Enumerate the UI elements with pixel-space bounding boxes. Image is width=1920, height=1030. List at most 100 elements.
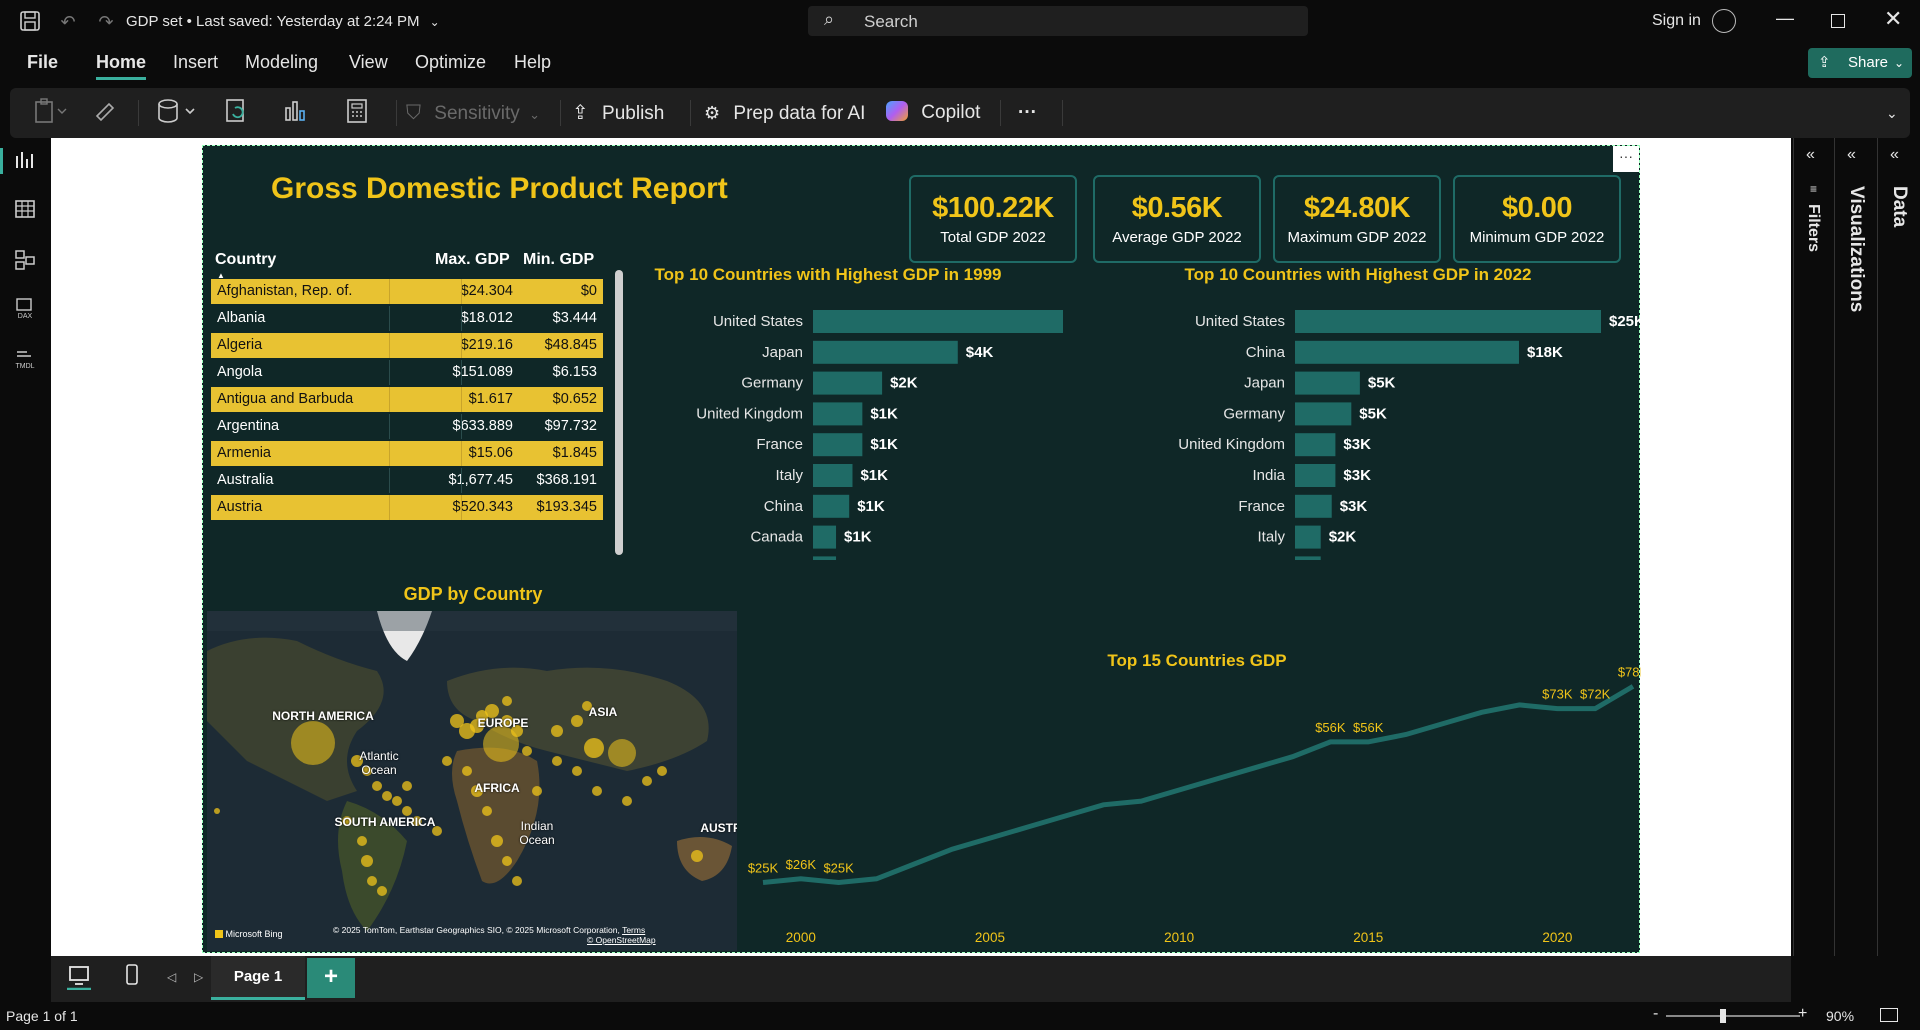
publish-button[interactable]: ⇪ Publish <box>572 98 664 128</box>
table-row[interactable]: Afghanistan, Rep. of. $24.304 $0 <box>211 279 603 304</box>
page-tab-1[interactable]: Page 1 <box>211 956 305 1000</box>
more-options-button[interactable]: ··· <box>1018 98 1037 128</box>
map-bubble[interactable] <box>361 855 373 867</box>
collapse-ribbon-icon[interactable]: ⌄ <box>1886 98 1898 128</box>
bar[interactable] <box>813 402 863 426</box>
zoom-slider-thumb[interactable] <box>1720 1009 1726 1023</box>
menu-optimize[interactable]: Optimize <box>415 52 486 73</box>
get-data-icon[interactable] <box>156 98 200 128</box>
menu-view[interactable]: View <box>349 52 388 73</box>
search-box[interactable]: ⌕ Search <box>808 6 1308 36</box>
table-view-icon[interactable] <box>13 199 37 223</box>
map-bubble[interactable] <box>572 766 582 776</box>
zoom-slider[interactable] <box>1666 1009 1800 1023</box>
bar[interactable] <box>1295 556 1321 560</box>
map-bubble[interactable] <box>291 721 335 765</box>
bar[interactable] <box>1295 340 1519 364</box>
column-header-country[interactable]: Country <box>215 251 276 269</box>
visual-more-options-icon[interactable]: ··· <box>1613 146 1639 172</box>
bar[interactable] <box>1295 310 1601 333</box>
table-row[interactable]: Antigua and Barbuda $1.617 $0.652 <box>211 387 603 412</box>
map-bubble[interactable] <box>372 781 382 791</box>
map-bubble[interactable] <box>357 836 367 846</box>
table-row[interactable]: Argentina $633.889 $97.732 <box>211 414 603 439</box>
prep-data-button[interactable]: ⚙ Prep data for AI <box>704 98 865 128</box>
map-bubble[interactable] <box>214 808 220 814</box>
bar[interactable] <box>1295 494 1332 518</box>
paste-icon[interactable] <box>34 98 68 128</box>
bar[interactable] <box>813 371 883 395</box>
share-button[interactable]: ⇪ Share ⌄ <box>1808 48 1912 78</box>
bar[interactable] <box>813 494 850 518</box>
dax-query-view-icon[interactable]: DAX <box>13 298 37 322</box>
osm-link[interactable]: © OpenStreetMap <box>587 935 656 945</box>
menu-file[interactable]: File <box>27 52 58 73</box>
line-series[interactable] <box>762 684 1635 886</box>
bar[interactable] <box>813 556 837 560</box>
calculator-icon[interactable] <box>346 98 368 128</box>
visualizations-pane[interactable]: « Visualizations <box>1835 138 1877 956</box>
map-bubble[interactable] <box>584 738 604 758</box>
map-bubble[interactable] <box>502 856 512 866</box>
map-bubble[interactable] <box>657 766 667 776</box>
minimize-icon[interactable]: — <box>1776 8 1794 29</box>
map-bubble[interactable] <box>462 766 472 776</box>
map-bubble[interactable] <box>367 876 377 886</box>
table-row[interactable]: Albania $18.012 $3.444 <box>211 306 603 331</box>
bar[interactable] <box>1295 433 1336 457</box>
model-view-icon[interactable] <box>13 249 37 273</box>
bar[interactable] <box>813 340 958 364</box>
refresh-icon[interactable] <box>224 98 250 128</box>
data-pane[interactable]: « Data <box>1878 138 1920 956</box>
map-bubble[interactable] <box>608 739 636 767</box>
save-icon[interactable] <box>18 10 42 34</box>
gdp-map[interactable]: NORTH AMERICA EUROPE ASIA Atlantic Ocean AFR… <box>207 611 737 951</box>
map-bubble[interactable] <box>522 746 532 756</box>
desktop-layout-icon[interactable] <box>65 964 93 991</box>
chevron-down-icon[interactable]: ⌄ <box>430 15 440 29</box>
zoom-in-button[interactable]: + <box>1798 1005 1807 1023</box>
table-row[interactable]: Angola $151.089 $6.153 <box>211 360 603 385</box>
report-view-icon[interactable] <box>13 150 37 174</box>
table-row[interactable]: Australia $1,677.45 $368.191 <box>211 468 603 493</box>
filters-pane[interactable]: « ≡ Filters <box>1794 138 1834 956</box>
column-header-min-gdp[interactable]: Min. GDP <box>523 251 594 269</box>
fit-to-page-icon[interactable] <box>1880 1008 1898 1022</box>
previous-page-icon[interactable]: ◁ <box>167 970 176 984</box>
map-bubble[interactable] <box>402 781 412 791</box>
table-row[interactable]: Armenia $15.06 $1.845 <box>211 441 603 466</box>
map-bubble[interactable] <box>512 876 522 886</box>
map-bubble[interactable] <box>392 796 402 806</box>
map-bubble[interactable] <box>592 786 602 796</box>
add-page-button[interactable]: + <box>307 958 355 998</box>
sensitivity-button[interactable]: ⛉ Sensitivity ⌄ <box>406 98 540 128</box>
expand-visualizations-icon[interactable]: « <box>1847 146 1856 164</box>
new-visual-icon[interactable] <box>282 98 308 128</box>
map-bubble[interactable] <box>442 756 452 766</box>
table-row[interactable]: Austria $520.343 $193.345 <box>211 495 603 520</box>
terms-link[interactable]: Terms <box>622 925 645 935</box>
bar[interactable] <box>1295 464 1336 487</box>
next-page-icon[interactable]: ▷ <box>194 970 203 984</box>
map-bubble[interactable] <box>642 776 652 786</box>
format-painter-icon[interactable] <box>94 98 118 128</box>
menu-home[interactable]: Home <box>96 52 147 80</box>
column-header-max-gdp[interactable]: Max. GDP <box>435 251 510 269</box>
bar[interactable] <box>813 525 837 549</box>
bar[interactable] <box>1295 525 1321 549</box>
account-avatar-icon[interactable] <box>1712 9 1736 33</box>
bar[interactable] <box>1295 402 1352 426</box>
bar[interactable] <box>813 310 1063 333</box>
expand-filters-icon[interactable]: « <box>1806 146 1815 164</box>
menu-modeling[interactable]: Modeling <box>245 52 318 73</box>
menu-help[interactable]: Help <box>514 52 551 73</box>
map-bubble[interactable] <box>382 791 392 801</box>
map-bubble[interactable] <box>691 850 703 862</box>
map-bubble[interactable] <box>622 796 632 806</box>
table-row[interactable]: Algeria $219.16 $48.845 <box>211 333 603 358</box>
map-bubble[interactable] <box>502 696 512 706</box>
bar[interactable] <box>1295 371 1360 395</box>
expand-data-icon[interactable]: « <box>1890 146 1899 164</box>
undo-icon[interactable]: ↶ <box>56 10 80 34</box>
bar[interactable] <box>813 464 853 487</box>
